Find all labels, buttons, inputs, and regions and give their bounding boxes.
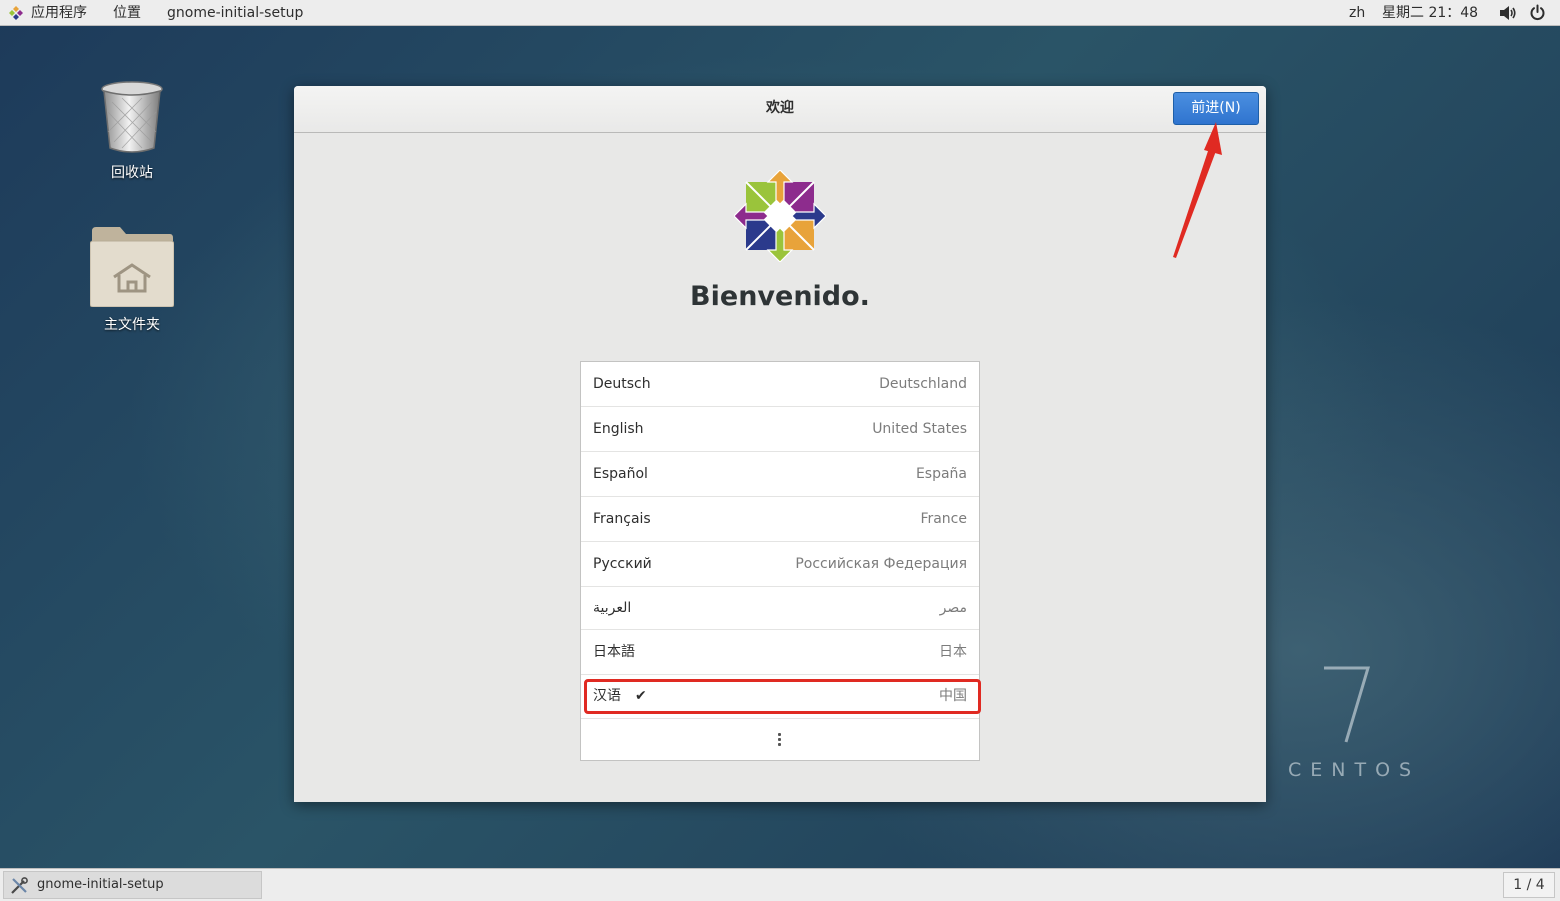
language-region: France — [920, 511, 967, 527]
dialog-header: 欢迎 前进(N) — [294, 86, 1266, 133]
centos-wordmark: CENTOS — [1288, 759, 1421, 781]
dialog-title: 欢迎 — [766, 100, 794, 116]
language-region: España — [915, 466, 967, 482]
language-row-francais[interactable]: Français France — [581, 497, 979, 542]
language-row-arabic[interactable]: العربية مصر — [581, 587, 979, 630]
language-name: العربية — [593, 600, 632, 616]
input-method-indicator[interactable]: zh — [1349, 0, 1365, 26]
applications-menu[interactable]: 应用程序 — [31, 0, 87, 26]
speaker-icon[interactable] — [1499, 5, 1517, 21]
language-row-espanol[interactable]: Español España — [581, 452, 979, 497]
language-row-deutsch[interactable]: Deutsch Deutschland — [581, 362, 979, 407]
language-region: Российская Федерация — [795, 556, 967, 572]
language-name: English — [593, 421, 644, 437]
language-name: Français — [593, 511, 651, 527]
top-bar: 应用程序 位置 gnome-initial-setup zh 星期二 21：48 — [0, 0, 1560, 26]
language-name: 日本語 — [593, 644, 635, 660]
welcome-heading: Bienvenido. — [690, 281, 870, 312]
trash-icon — [101, 81, 163, 153]
centos-logo — [734, 170, 826, 262]
language-region: United States — [872, 421, 967, 437]
annotation-arrow-icon — [1173, 122, 1222, 258]
language-name: Deutsch — [593, 376, 651, 392]
active-app-menu[interactable]: gnome-initial-setup — [167, 0, 303, 26]
desktop-icon-label: 回收站 — [111, 165, 153, 181]
language-region: 日本 — [939, 644, 967, 660]
language-name: Русский — [593, 556, 652, 572]
language-name: Español — [593, 466, 648, 482]
language-region: Deutschland — [879, 376, 967, 392]
workspace-switcher[interactable]: 1 / 4 — [1503, 872, 1555, 898]
language-row-russian[interactable]: Русский Российская Федерация — [581, 542, 979, 587]
more-languages-button[interactable] — [581, 719, 979, 760]
language-region: مصر — [939, 600, 967, 616]
desktop-icon-trash[interactable]: 回收站 — [77, 78, 187, 188]
taskbar-window-title: gnome-initial-setup — [37, 877, 164, 892]
places-menu[interactable]: 位置 — [113, 0, 141, 26]
home-folder-icon — [90, 227, 174, 307]
language-row-english[interactable]: English United States — [581, 407, 979, 452]
applications-icon — [9, 6, 23, 20]
selection-highlight-box — [584, 679, 981, 714]
language-row-japanese[interactable]: 日本語 日本 — [581, 630, 979, 675]
tools-icon — [11, 877, 28, 894]
bottom-taskbar: gnome-initial-setup 1 / 4 — [0, 868, 1560, 901]
power-icon[interactable] — [1529, 4, 1546, 21]
taskbar-window-button[interactable]: gnome-initial-setup — [3, 871, 262, 899]
clock[interactable]: 星期二 21：48 — [1382, 0, 1478, 26]
desktop-icon-label: 主文件夹 — [104, 317, 160, 333]
desktop-icon-home[interactable]: 主文件夹 — [77, 222, 187, 334]
centos-version-mark — [1324, 666, 1371, 743]
